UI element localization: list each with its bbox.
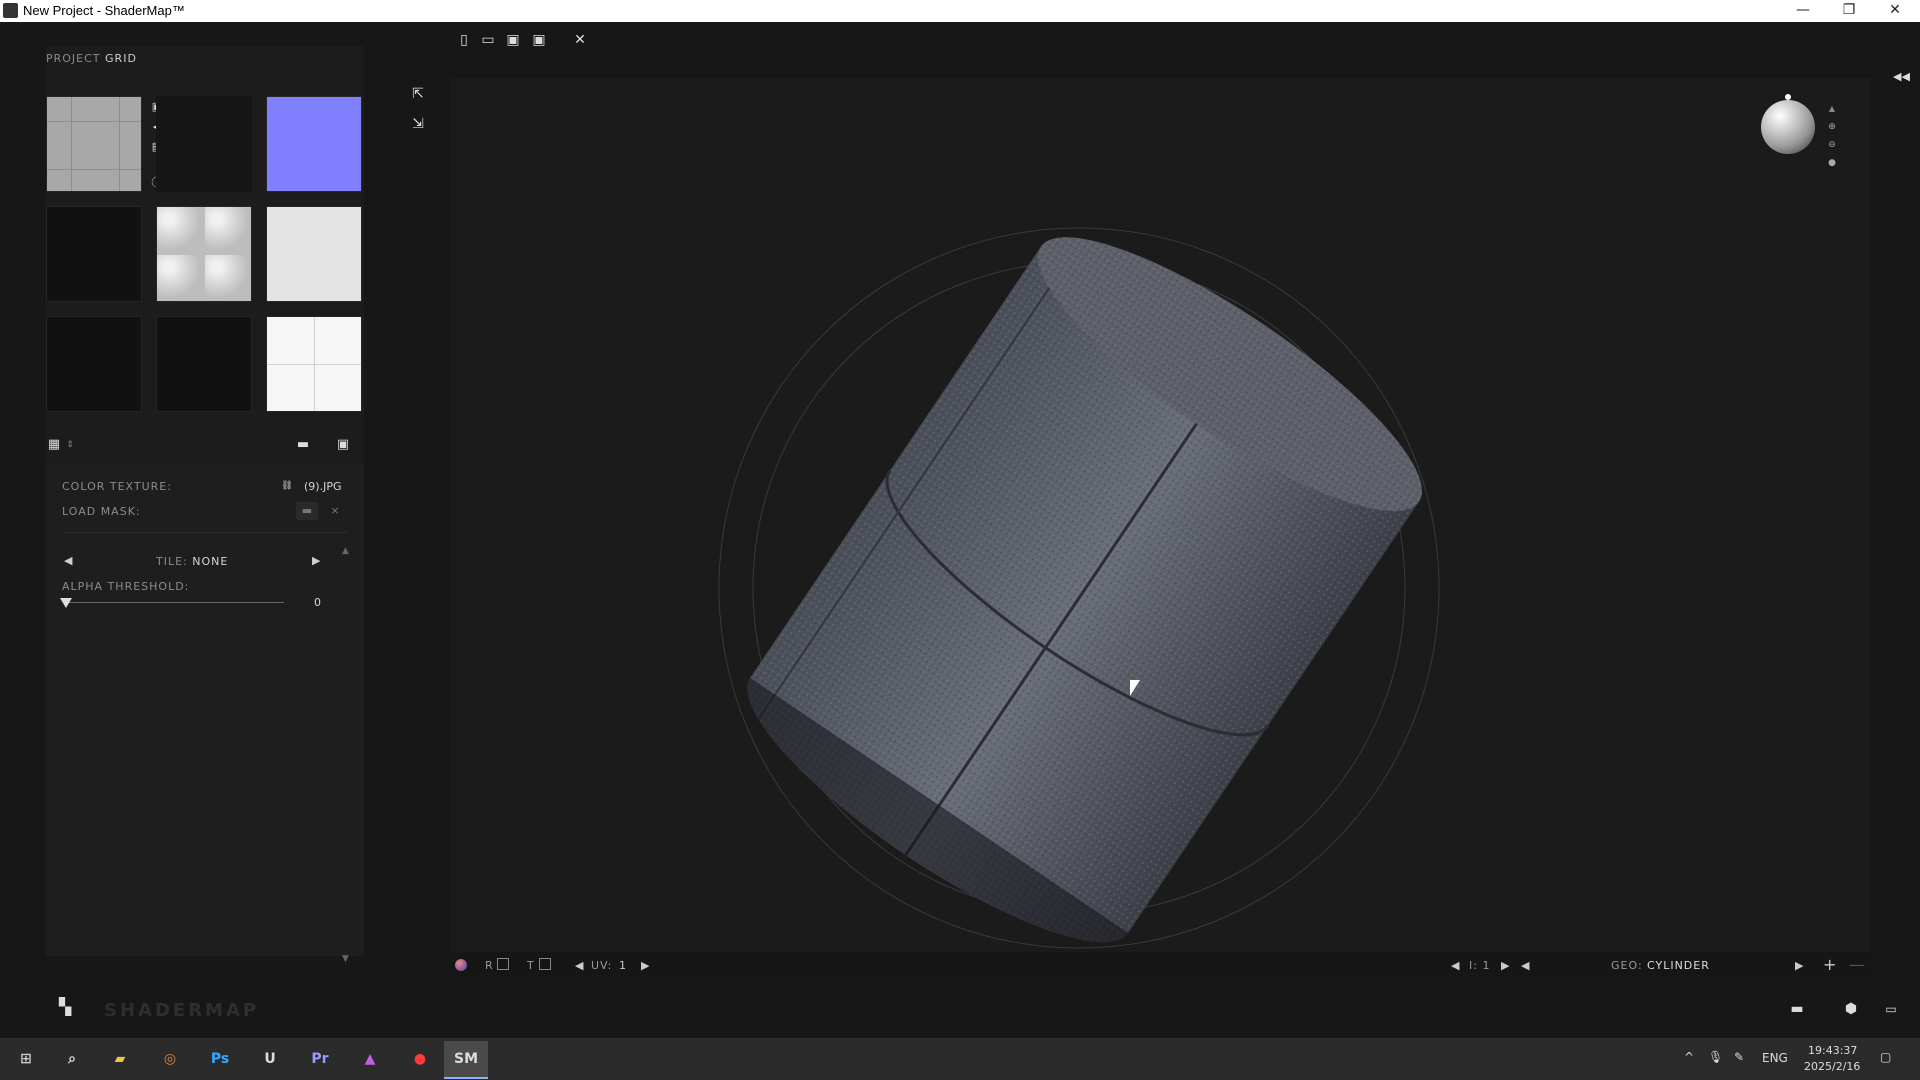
grid-view-icon[interactable]: ▦ (47, 438, 61, 452)
geo-value: CYLINDER (1647, 959, 1710, 972)
app-icon (3, 3, 18, 18)
render-r-checkbox[interactable] (497, 958, 509, 970)
save-all-icon[interactable]: ▣ (336, 438, 350, 452)
save-project-icon[interactable]: ▣ (503, 30, 523, 50)
sort-arrows-icon[interactable]: ⇕ (63, 438, 77, 452)
language-indicator[interactable]: ENG (1762, 1051, 1788, 1065)
page-value: I: 1 (1469, 959, 1491, 972)
microphone-icon[interactable]: 🎙 (1708, 1050, 1723, 1064)
scroll-down-arrow[interactable]: ▼ (342, 954, 349, 964)
uv-label: UV: (591, 959, 613, 972)
cylinder-mesh (747, 237, 1422, 943)
search-icon[interactable]: ⌕ (50, 1041, 94, 1077)
move-tool-icon[interactable]: ⇲ (408, 114, 428, 134)
empty-map-slot[interactable] (156, 316, 252, 412)
3d-viewport[interactable]: ▲ ⊕ ⊖ ● (451, 78, 1871, 952)
affinity-icon[interactable]: ▲ (348, 1041, 392, 1077)
minimize-button[interactable]: — (1780, 0, 1826, 22)
open-folder-icon[interactable]: ▬ (296, 438, 310, 452)
alpha-threshold-handle[interactable] (60, 598, 72, 608)
shadermap-taskbar-icon[interactable]: SM (444, 1041, 488, 1079)
title-bar: New Project - ShaderMap™ — ❐ ✕ (0, 0, 1920, 22)
fullscreen-icon[interactable]: ▭ (1884, 1002, 1898, 1016)
light-position-dot[interactable] (1785, 94, 1791, 100)
viewport-scene (718, 227, 1440, 949)
viewport-status-bar: R T ◀ UV: 1 ▶ ◀ I: 1 ▶ ◀ GEO: CYLINDER ▶… (451, 952, 1871, 978)
restore-button[interactable]: ❐ (1826, 0, 1872, 22)
ambient-occlusion-thumbnail[interactable] (156, 206, 252, 302)
tools-icon[interactable]: ✕ (570, 30, 590, 50)
material-sphere-icon[interactable] (455, 959, 467, 971)
pen-icon[interactable]: ✎ (1734, 1050, 1744, 1064)
app-menu-icon[interactable]: ▚ (58, 999, 72, 1015)
light-up-icon[interactable]: ▲ (1825, 102, 1839, 116)
clock-date[interactable]: 2025/2/16 (1804, 1060, 1860, 1073)
unreal-engine-icon[interactable]: U (248, 1041, 292, 1077)
alpha-threshold-label: ALPHA THRESHOLD: (62, 580, 190, 593)
tile-setting: TILE: NONE (156, 555, 229, 568)
collapse-panel-icon[interactable]: ◀◀ (1893, 70, 1910, 84)
clock-time[interactable]: 19:43:37 (1808, 1044, 1857, 1057)
color-texture-value: (9).JPG (304, 480, 342, 493)
color-texture-label: COLOR TEXTURE: (62, 480, 172, 493)
uv-value: 1 (619, 959, 627, 972)
new-project-icon[interactable]: ▯ (454, 30, 474, 50)
premiere-icon[interactable]: Pr (298, 1041, 342, 1077)
zoom-out-icon[interactable]: — (1849, 955, 1866, 974)
taskbar: ⊞ ⌕ ▰ ◎ Ps U Pr ▲ ● SM ^ 🎙 ✎ ENG 19:43:3… (0, 1038, 1920, 1080)
open-project-icon[interactable]: ▭ (478, 30, 498, 50)
uv-next-arrow[interactable]: ▶ (641, 959, 650, 972)
geo-label: GEO: (1611, 959, 1643, 972)
window-title: New Project - ShaderMap™ (23, 3, 185, 18)
record-icon[interactable]: ● (398, 1041, 442, 1077)
light-remove-icon[interactable]: ⊖ (1825, 138, 1839, 152)
tile-next-arrow[interactable]: ▶ (312, 554, 320, 567)
geo-next-arrow[interactable]: ▶ (1795, 959, 1804, 972)
page-next-arrow[interactable]: ▶ (1501, 959, 1510, 972)
empty-map-slot[interactable] (46, 316, 142, 412)
zoom-in-icon[interactable]: + (1823, 955, 1837, 974)
scroll-up-arrow[interactable]: ▲ (342, 546, 349, 556)
alpha-threshold-value: 0 (314, 596, 321, 609)
select-tool-icon[interactable]: ⇱ (408, 84, 428, 104)
project-panel: PROJECT GRID ▣ ◀ ▤ ⓘ N ↻ ◉ ▦ ⇕ ▬ ▣ COLOR… (46, 46, 364, 964)
load-mask-button[interactable]: ▬ (296, 502, 318, 520)
normal-map-thumbnail[interactable] (266, 96, 362, 192)
load-mask-label: LOAD MASK: (62, 505, 141, 518)
alpha-threshold-slider[interactable] (64, 602, 284, 603)
layout-icon[interactable]: ▬ (1790, 1002, 1804, 1016)
link-icon: ⛓ (281, 481, 293, 491)
tray-expand-icon[interactable]: ^ (1684, 1050, 1694, 1064)
render-mode-t[interactable]: T (527, 959, 535, 972)
uv-prev-arrow[interactable]: ◀ (575, 959, 584, 972)
render-t-checkbox[interactable] (539, 958, 551, 970)
notifications-icon[interactable]: ▢ (1880, 1050, 1891, 1064)
brand-logo: SHADERMAP (104, 1000, 260, 1021)
photoshop-icon[interactable]: Ps (198, 1041, 242, 1077)
empty-map-slot[interactable] (46, 206, 142, 302)
tile-prev-arrow[interactable]: ◀ (64, 554, 72, 567)
light-color-icon[interactable]: ● (1825, 156, 1839, 170)
panel-title: PROJECT GRID (46, 52, 137, 65)
properties-panel (46, 464, 364, 956)
save-as-icon[interactable]: ▣ (529, 30, 549, 50)
clear-mask-button[interactable]: × (324, 502, 346, 520)
start-button[interactable]: ⊞ (4, 1041, 48, 1077)
color-texture-thumbnail[interactable] (46, 96, 142, 192)
cube-icon[interactable]: ⬢ (1844, 1002, 1858, 1016)
file-explorer-icon[interactable]: ▰ (98, 1041, 142, 1077)
close-button[interactable]: ✕ (1872, 0, 1918, 22)
mouse-cursor-icon (1130, 680, 1140, 696)
page-prev-arrow[interactable]: ◀ (1451, 959, 1460, 972)
specular-map-thumbnail[interactable] (266, 206, 362, 302)
blender-icon[interactable]: ◎ (148, 1041, 192, 1077)
app-window: ▯ ▭ ▣ ▣ ✕ PROJECT GRID ▣ ◀ ▤ ⓘ N ↻ ◉ ▦ ⇕… (0, 22, 1920, 1038)
empty-map-slot[interactable] (156, 96, 252, 192)
render-mode-r[interactable]: R (485, 959, 494, 972)
displacement-map-thumbnail[interactable] (266, 316, 362, 412)
divider (62, 532, 348, 533)
geo-prev-arrow[interactable]: ◀ (1521, 959, 1530, 972)
light-add-icon[interactable]: ⊕ (1825, 120, 1839, 134)
light-sphere-control[interactable] (1761, 100, 1815, 154)
